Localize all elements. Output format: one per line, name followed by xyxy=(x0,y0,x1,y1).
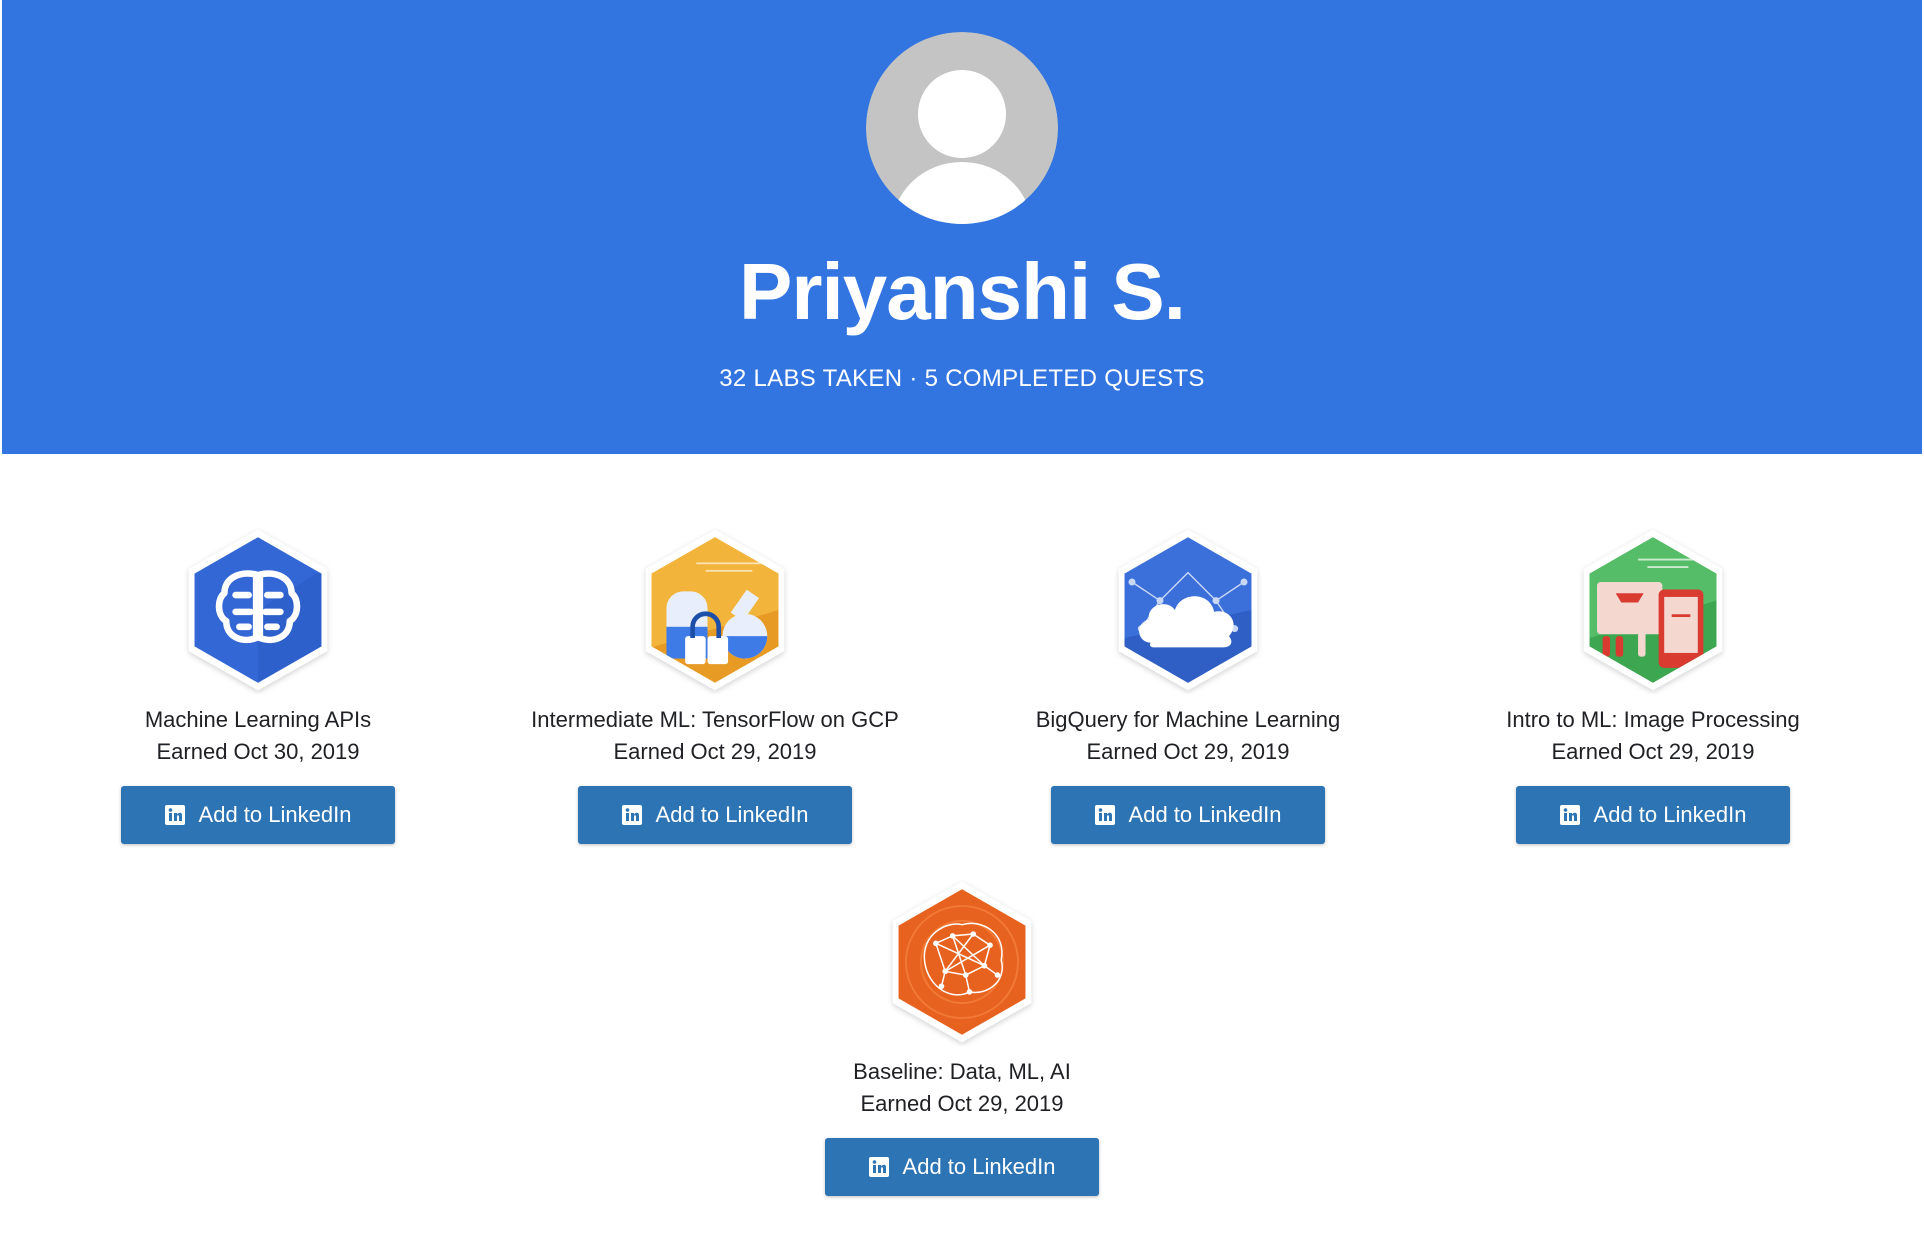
linkedin-icon xyxy=(1094,805,1115,825)
linkedin-icon xyxy=(868,1157,889,1177)
button-label: Add to LinkedIn xyxy=(902,1154,1056,1179)
button-label: Add to LinkedIn xyxy=(1128,802,1282,827)
badge-title: Intermediate ML: TensorFlow on GCP xyxy=(531,707,899,732)
badge-earned-date: Earned Oct 30, 2019 xyxy=(156,739,360,764)
add-to-linkedin-button[interactable]: Add to LinkedIn xyxy=(578,786,852,844)
badge-card: BigQuery for Machine Learning Earned Oct… xyxy=(988,526,1388,844)
button-label: Add to LinkedIn xyxy=(1593,802,1747,827)
profile-name: Priyanshi S. xyxy=(739,247,1186,336)
add-to-linkedin-button[interactable]: Add to LinkedIn xyxy=(825,1138,1099,1196)
brain-circuit-icon[interactable] xyxy=(178,526,338,694)
default-avatar-icon xyxy=(866,32,1058,224)
badge-earned-date: Earned Oct 29, 2019 xyxy=(1551,739,1755,764)
avatar xyxy=(866,32,1058,224)
badge-card: Machine Learning APIs Earned Oct 30, 201… xyxy=(58,526,458,844)
profile-stats: 32 LABS TAKEN · 5 COMPLETED QUESTS xyxy=(719,365,1205,392)
add-to-linkedin-button[interactable]: Add to LinkedIn xyxy=(1516,786,1790,844)
badge-earned-date: Earned Oct 29, 2019 xyxy=(613,739,817,764)
add-to-linkedin-button[interactable]: Add to LinkedIn xyxy=(121,786,395,844)
profile-header: Priyanshi S. 32 LABS TAKEN · 5 COMPLETED… xyxy=(2,0,1922,454)
badge-card: Intro to ML: Image Processing Earned Oct… xyxy=(1453,526,1853,844)
cloud-network-icon[interactable] xyxy=(1108,526,1268,694)
badge-title: BigQuery for Machine Learning xyxy=(1035,707,1341,732)
badge-card: Intermediate ML: TensorFlow on GCP Earne… xyxy=(515,526,915,844)
add-to-linkedin-button[interactable]: Add to LinkedIn xyxy=(1051,786,1325,844)
neural-brain-icon[interactable] xyxy=(882,878,1042,1046)
badge-title: Intro to ML: Image Processing xyxy=(1506,707,1800,732)
linkedin-icon xyxy=(1559,805,1580,825)
lab-flask-icon[interactable] xyxy=(635,526,795,694)
badge-title: Machine Learning APIs xyxy=(144,707,372,732)
button-label: Add to LinkedIn xyxy=(198,802,352,827)
badge-earned-date: Earned Oct 29, 2019 xyxy=(860,1091,1064,1116)
linkedin-icon xyxy=(164,805,185,825)
button-label: Add to LinkedIn xyxy=(655,802,809,827)
badge-earned-date: Earned Oct 29, 2019 xyxy=(1086,739,1290,764)
image-processing-icon[interactable] xyxy=(1573,526,1733,694)
linkedin-icon xyxy=(621,805,642,825)
badge-card: Baseline: Data, ML, AI Earned Oct 29, 20… xyxy=(762,878,1162,1196)
badge-title: Baseline: Data, ML, AI xyxy=(853,1059,1071,1084)
